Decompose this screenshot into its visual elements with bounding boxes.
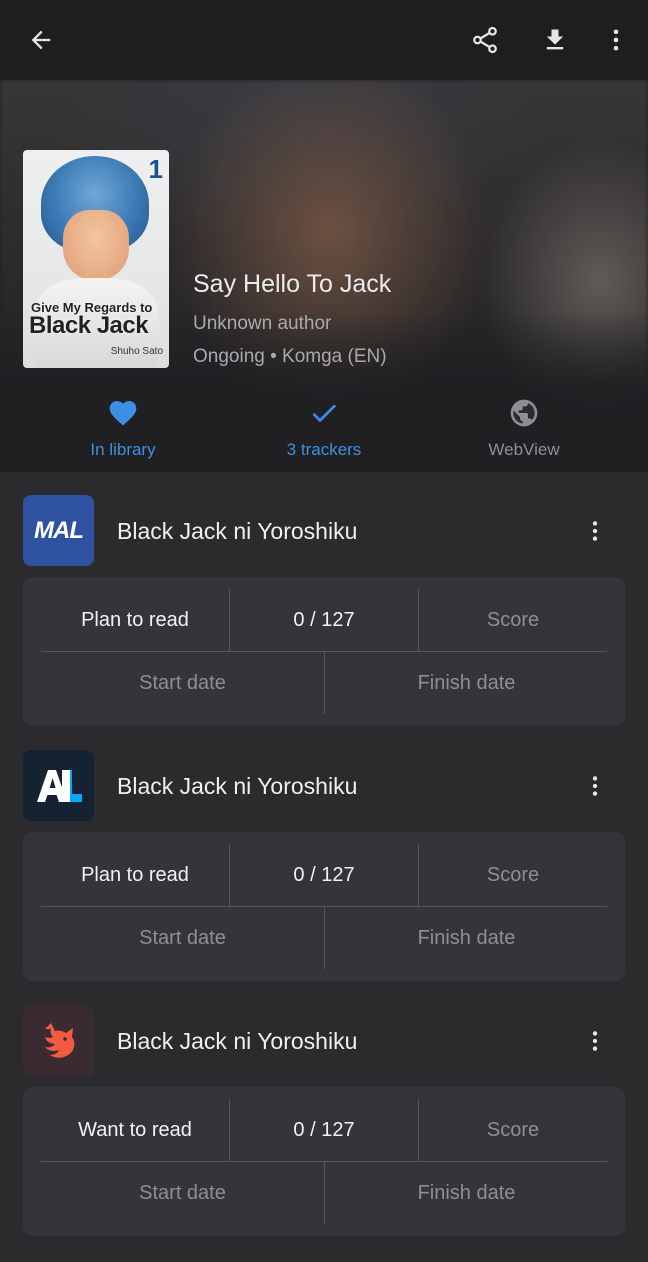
tracker-card: Plan to read 0 / 127 Score Start date Fi… <box>23 577 625 726</box>
trackers-button[interactable]: 3 trackers <box>224 396 424 466</box>
cover-artist: Shuho Sato <box>110 346 163 357</box>
globe-icon <box>510 399 538 427</box>
manga-cover[interactable]: 1 Give My Regards to Black Jack Shuho Sa… <box>23 150 169 368</box>
manga-title[interactable]: Say Hello To Jack <box>193 270 391 299</box>
mal-logo-text: MAL <box>34 516 84 544</box>
tracker-kitsu: Black Jack ni Yoroshiku Want to read 0 /… <box>0 982 648 1237</box>
start-date-field[interactable]: Start date <box>41 907 324 969</box>
more-vert-icon <box>613 29 619 51</box>
manga-header: 1 Give My Regards to Black Jack Shuho Sa… <box>0 80 648 472</box>
download-button[interactable] <box>531 16 579 64</box>
webview-label: WebView <box>488 440 560 459</box>
reading-status[interactable]: Plan to read <box>41 589 229 651</box>
manga-info: Say Hello To Jack Unknown author Ongoing… <box>193 270 391 368</box>
chapter-progress[interactable]: 0 / 127 <box>230 844 418 906</box>
more-vert-icon <box>592 521 598 541</box>
more-vert-icon <box>592 1031 598 1051</box>
finish-date-field[interactable]: Finish date <box>325 1162 608 1224</box>
chapter-progress[interactable]: 0 / 127 <box>230 589 418 651</box>
action-row: In library 3 trackers WebView <box>0 390 648 472</box>
chapter-progress[interactable]: 0 / 127 <box>230 1099 418 1161</box>
reading-status[interactable]: Plan to read <box>41 844 229 906</box>
tracker-more-button[interactable] <box>572 1018 618 1064</box>
manga-author[interactable]: Unknown author <box>193 313 391 335</box>
mal-logo: MAL <box>23 495 94 566</box>
tracker-card: Plan to read 0 / 127 Score Start date Fi… <box>23 832 625 981</box>
anilist-logo <box>23 750 94 821</box>
kitsu-fox-icon <box>44 1022 74 1058</box>
trackers-label: 3 trackers <box>286 440 362 459</box>
cover-title-line2: Black Jack <box>29 312 149 339</box>
tracker-anilist: Black Jack ni Yoroshiku Plan to read 0 /… <box>0 727 648 982</box>
tracker-more-button[interactable] <box>572 508 618 554</box>
score-field[interactable]: Score <box>419 589 607 651</box>
tracker-card: Want to read 0 / 127 Score Start date Fi… <box>23 1087 625 1236</box>
manga-detail-screen: 1 Give My Regards to Black Jack Shuho Sa… <box>0 0 648 1262</box>
tracker-mal: MAL Black Jack ni Yoroshiku Plan to read… <box>0 472 648 727</box>
score-field[interactable]: Score <box>419 844 607 906</box>
top-app-bar <box>0 0 648 80</box>
finish-date-field[interactable]: Finish date <box>325 652 608 714</box>
kitsu-logo <box>23 1005 94 1076</box>
tracker-title[interactable]: Black Jack ni Yoroshiku <box>117 773 357 800</box>
cover-art-face <box>63 210 129 280</box>
back-button[interactable] <box>17 16 65 64</box>
anilist-logo-mark <box>36 769 82 802</box>
finish-date-field[interactable]: Finish date <box>325 907 608 969</box>
share-icon <box>473 26 497 54</box>
tracker-title[interactable]: Black Jack ni Yoroshiku <box>117 518 357 545</box>
check-icon <box>312 404 336 423</box>
more-vert-icon <box>592 776 598 796</box>
score-field[interactable]: Score <box>419 1099 607 1161</box>
start-date-field[interactable]: Start date <box>41 652 324 714</box>
webview-button[interactable]: WebView <box>424 396 624 466</box>
download-icon <box>546 29 564 50</box>
manga-status-source: Ongoing • Komga (EN) <box>193 346 387 367</box>
share-button[interactable] <box>461 16 509 64</box>
cover-volume: 1 <box>148 154 163 184</box>
tracker-title[interactable]: Black Jack ni Yoroshiku <box>117 1028 357 1055</box>
arrow-left-icon <box>31 30 51 50</box>
overflow-menu-button[interactable] <box>592 16 640 64</box>
heart-icon <box>109 401 137 426</box>
reading-status[interactable]: Want to read <box>41 1099 229 1161</box>
tracker-more-button[interactable] <box>572 763 618 809</box>
in-library-button[interactable]: In library <box>23 396 223 466</box>
start-date-field[interactable]: Start date <box>41 1162 324 1224</box>
in-library-label: In library <box>90 440 156 459</box>
